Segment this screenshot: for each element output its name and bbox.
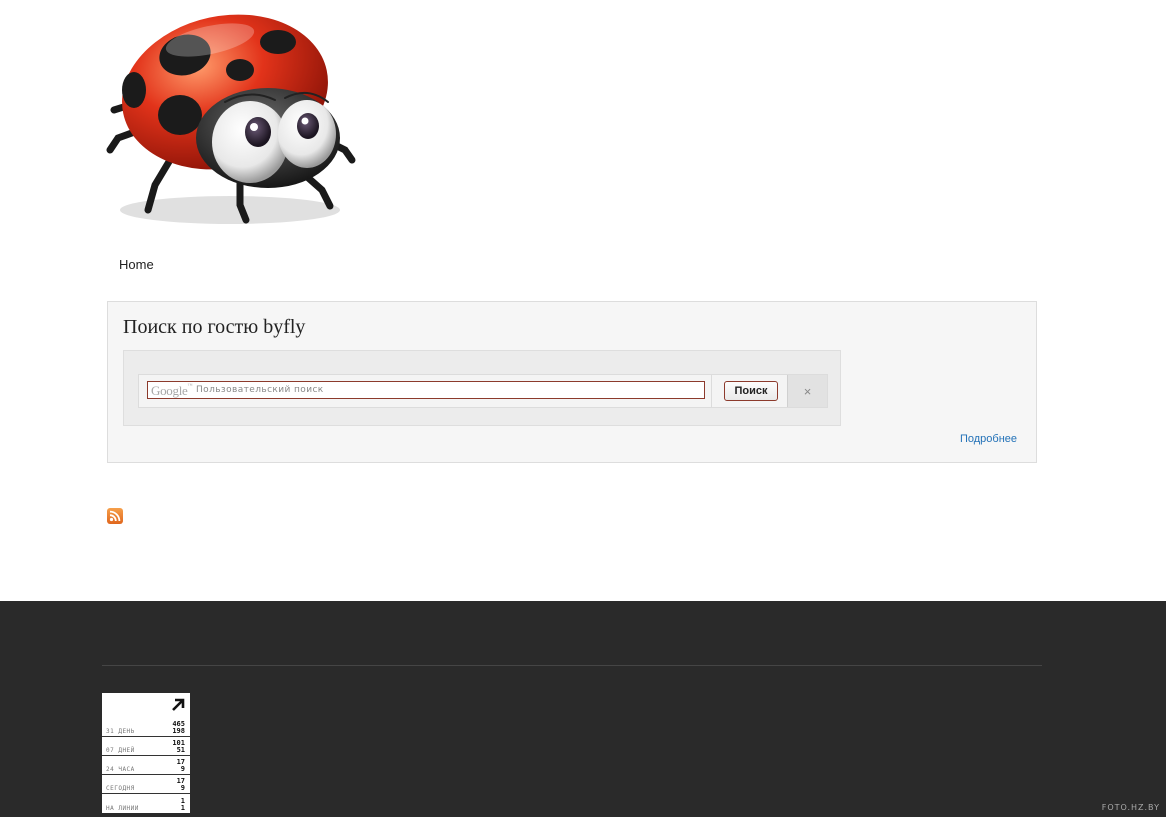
arrow-up-right-icon bbox=[172, 698, 185, 711]
search-input[interactable] bbox=[196, 382, 702, 398]
counter-row: СЕГОДНЯ 17 9 bbox=[102, 776, 190, 794]
search-bar: Google™ Поиск × bbox=[138, 374, 828, 408]
counter-label: НА ЛИНИИ bbox=[106, 805, 139, 812]
counter-row: 31 ДЕНЬ 465 198 bbox=[102, 719, 190, 737]
counter-row: 07 ДНЕЙ 101 51 bbox=[102, 738, 190, 756]
counter-row: НА ЛИНИИ 1 1 bbox=[102, 795, 190, 813]
counter-value: 9 bbox=[180, 784, 185, 792]
rss-icon[interactable] bbox=[107, 508, 123, 524]
page-header-area: Home Поиск по гостю byfly Google™ Поиск … bbox=[0, 0, 1166, 601]
search-box: Google™ Поиск × bbox=[123, 350, 841, 426]
ladybug-logo-icon bbox=[106, 14, 356, 224]
counter-label: 31 ДЕНЬ bbox=[106, 728, 135, 735]
footer-divider bbox=[102, 665, 1042, 666]
more-info-link[interactable]: Подробнее bbox=[960, 433, 1017, 445]
search-button[interactable]: Поиск bbox=[724, 381, 778, 401]
counter-label: СЕГОДНЯ bbox=[106, 785, 135, 792]
close-icon[interactable]: × bbox=[787, 375, 827, 407]
counter-label: 07 ДНЕЙ bbox=[106, 747, 135, 754]
counter-label: 24 ЧАСА bbox=[106, 766, 135, 773]
counter-value: 9 bbox=[180, 765, 185, 773]
footer: 31 ДЕНЬ 465 198 07 ДНЕЙ 101 51 24 ЧАСА 1… bbox=[0, 601, 1166, 817]
counter-value: 51 bbox=[176, 746, 185, 754]
visitor-counter[interactable]: 31 ДЕНЬ 465 198 07 ДНЕЙ 101 51 24 ЧАСА 1… bbox=[102, 693, 190, 813]
counter-row: 24 ЧАСА 17 9 bbox=[102, 757, 190, 775]
search-input-frame[interactable]: Google™ bbox=[147, 381, 705, 399]
divider bbox=[711, 375, 712, 407]
panel-title: Поиск по гостю byfly bbox=[123, 316, 306, 338]
watermark-text: FOTO.HZ.BY bbox=[1101, 803, 1160, 812]
rss-glyph bbox=[109, 510, 121, 522]
nav-home-link[interactable]: Home bbox=[119, 257, 154, 272]
google-watermark: Google™ bbox=[151, 383, 193, 398]
custom-search-panel: Поиск по гостю byfly Google™ Поиск × Под… bbox=[107, 301, 1037, 463]
counter-value: 198 bbox=[172, 727, 185, 735]
counter-value: 1 bbox=[180, 804, 185, 812]
